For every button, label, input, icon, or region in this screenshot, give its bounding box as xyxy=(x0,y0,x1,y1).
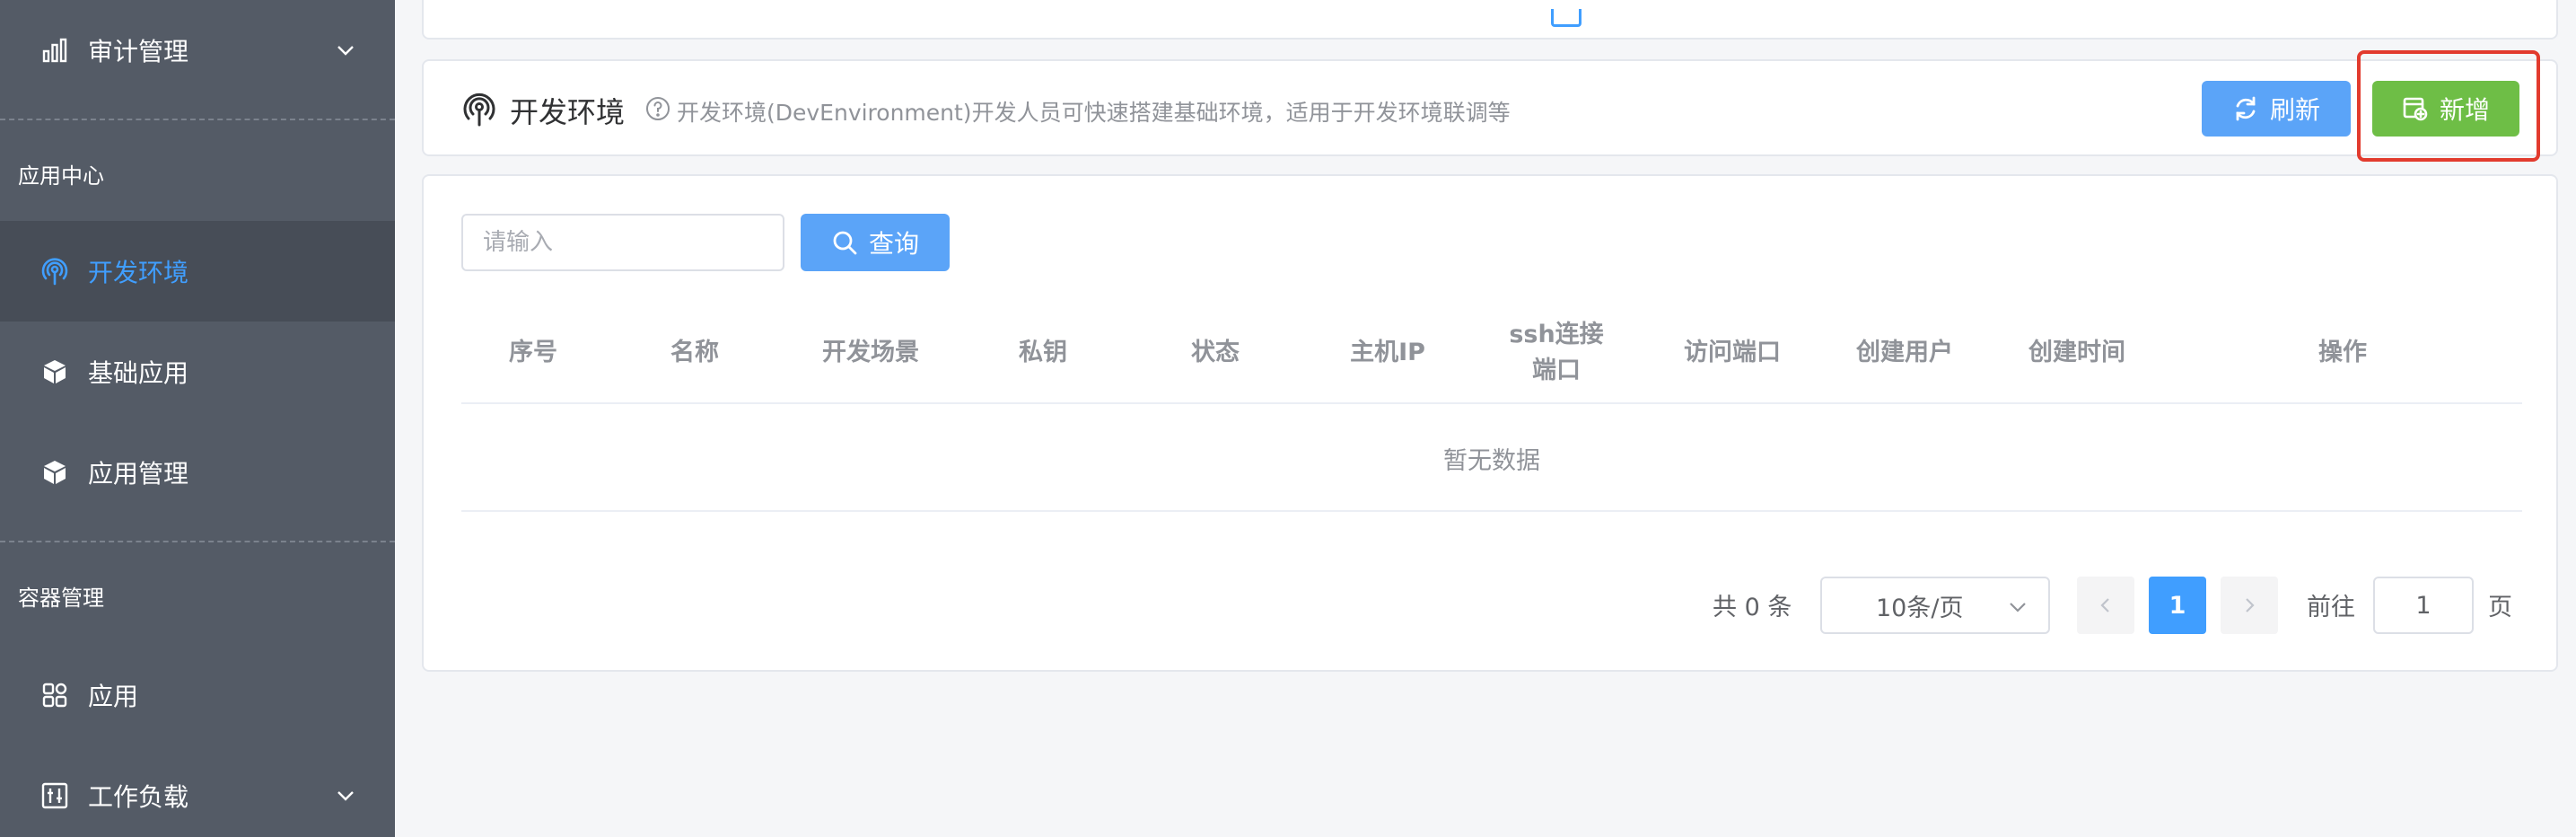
page-description: 开发环境(DevEnvironment)开发人员可快速搭建基础环境，适用于开发环… xyxy=(677,100,1511,126)
column-header-host-ip: 主机IP xyxy=(1350,339,1425,366)
chevron-right-icon xyxy=(2246,598,2255,612)
question-circle-icon[interactable] xyxy=(644,95,671,122)
chevron-down-icon xyxy=(337,791,354,801)
sidebar-divider xyxy=(0,119,395,120)
sidebar-group-container-management: 容器管理 xyxy=(18,586,104,611)
page-size-value: 10条/页 xyxy=(1876,594,1964,622)
search-button-label: 查询 xyxy=(868,229,919,259)
cube-icon xyxy=(39,457,70,488)
column-header-creator: 创建用户 xyxy=(1856,339,1953,366)
refresh-button[interactable]: 刷新 xyxy=(2202,81,2351,137)
goto-page-input[interactable] xyxy=(2373,577,2474,634)
sidebar-item-label: 审计管理 xyxy=(88,37,189,66)
sidebar-item-workload[interactable]: 工作负载 xyxy=(0,745,395,837)
page-header: 开发环境 开发环境(DevEnvironment)开发人员可快速搭建基础环境，适… xyxy=(422,59,2558,156)
table-empty-state: 暂无数据 xyxy=(461,406,2522,512)
sidebar-item-apps[interactable]: 应用 xyxy=(0,645,395,745)
chevron-down-icon xyxy=(2010,603,2026,612)
prev-page-button[interactable] xyxy=(2077,577,2134,634)
page-size-select[interactable]: 10条/页 xyxy=(1820,577,2050,634)
broadcast-icon xyxy=(39,256,70,286)
sliders-icon xyxy=(39,780,70,811)
sidebar-divider xyxy=(0,541,395,542)
sidebar-item-basic-apps[interactable]: 基础应用 xyxy=(0,322,395,422)
column-header-access-port: 访问端口 xyxy=(1684,339,1781,366)
refresh-icon xyxy=(2236,96,2256,121)
grid-apps-icon xyxy=(39,680,70,710)
pagination-total: 共 0 条 xyxy=(1713,594,1792,621)
sidebar-item-audit-management[interactable]: 审计管理 xyxy=(0,0,395,101)
column-header-name: 名称 xyxy=(670,339,719,366)
bar-chart-icon xyxy=(39,35,70,66)
sidebar-item-label: 应用 xyxy=(88,682,139,711)
chevron-left-icon xyxy=(2100,598,2109,612)
column-header-index: 序号 xyxy=(509,339,557,366)
page-unit-label: 页 xyxy=(2488,594,2512,621)
column-header-ssh-port: ssh连接端口 xyxy=(1509,321,1604,384)
search-input[interactable] xyxy=(461,214,784,271)
sidebar-item-dev-environment[interactable]: 开发环境 xyxy=(0,221,395,322)
sidebar-item-label: 开发环境 xyxy=(88,258,189,287)
refresh-button-label: 刷新 xyxy=(2269,95,2320,125)
dev-environment-list-card: 查询 序号 名称 开发场景 私钥 状态 主机IP ssh连接端口 访问端口 创建… xyxy=(422,174,2558,672)
top-info-card xyxy=(422,0,2558,40)
sidebar-group-app-center: 应用中心 xyxy=(18,163,104,189)
sidebar: 审计管理 应用中心 开发环境 基础应用 应用管理 容器管理 应用 工作负载 xyxy=(0,0,395,837)
page-title: 开发环境 xyxy=(510,95,626,129)
sidebar-item-label: 应用管理 xyxy=(88,459,189,489)
goto-label: 前往 xyxy=(2307,594,2355,621)
calendar-icon xyxy=(1551,9,1582,27)
sidebar-item-label: 工作负载 xyxy=(88,782,189,812)
column-header-actions: 操作 xyxy=(2318,339,2367,366)
next-page-button[interactable] xyxy=(2221,577,2278,634)
chevron-down-icon xyxy=(337,46,354,56)
search-button[interactable]: 查询 xyxy=(801,214,950,271)
cube-icon xyxy=(39,357,70,387)
broadcast-icon xyxy=(463,93,495,127)
highlight-annotation xyxy=(2357,50,2540,162)
search-icon xyxy=(833,231,857,255)
sidebar-item-app-management[interactable]: 应用管理 xyxy=(0,422,395,523)
column-header-private-key: 私钥 xyxy=(1019,339,1067,366)
sidebar-item-label: 基础应用 xyxy=(88,358,189,388)
column-header-scene: 开发场景 xyxy=(822,339,919,366)
page-number-current[interactable]: 1 xyxy=(2149,577,2206,634)
table-header: 序号 名称 开发场景 私钥 状态 主机IP ssh连接端口 访问端口 创建用户 … xyxy=(461,302,2522,404)
column-header-created-time: 创建时间 xyxy=(2028,339,2125,366)
column-header-status: 状态 xyxy=(1191,339,1240,366)
